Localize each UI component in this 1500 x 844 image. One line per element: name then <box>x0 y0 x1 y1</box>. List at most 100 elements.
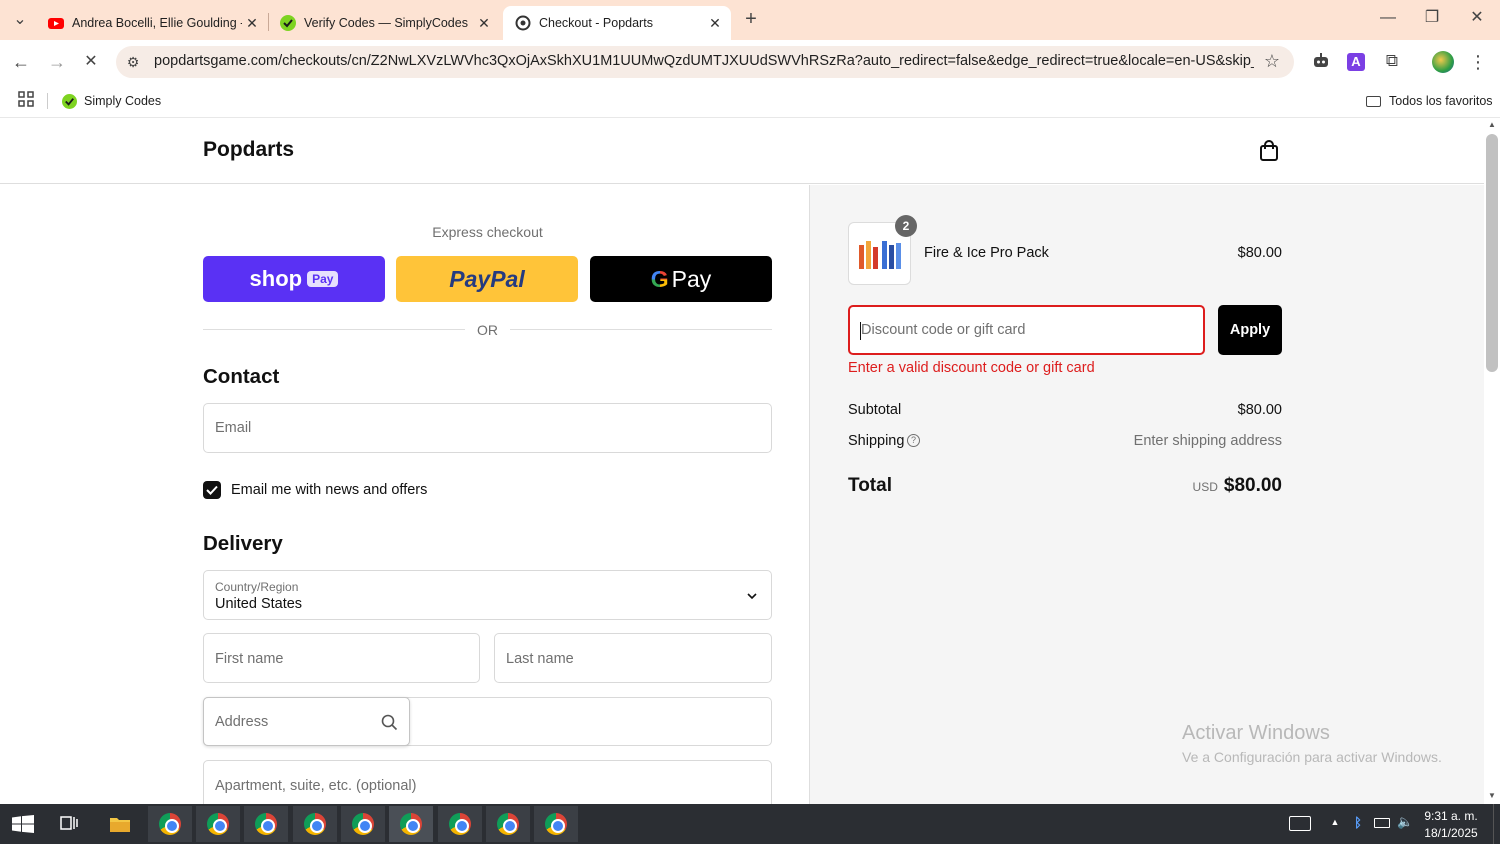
forward-icon[interactable]: → <box>46 52 68 72</box>
shop-pay-button[interactable]: shop Pay <box>203 256 385 302</box>
apartment-field[interactable]: Apartment, suite, etc. (optional) <box>203 760 772 804</box>
address-autocomplete-box[interactable]: Address <box>203 697 410 746</box>
paypal-button[interactable]: PayPal <box>396 256 578 302</box>
tab-close-icon[interactable]: ✕ <box>705 15 725 32</box>
bookmark-star-icon[interactable]: ☆ <box>1261 51 1283 71</box>
total-value: $80.00 <box>1223 475 1282 496</box>
volume-muted-icon[interactable]: 🔈 <box>1397 814 1415 830</box>
discount-error: Enter a valid discount code or gift card <box>848 360 1095 376</box>
restore-icon[interactable]: ❐ <box>1422 8 1442 28</box>
checkmark-icon <box>206 485 218 495</box>
help-circle-icon[interactable]: ? <box>907 434 920 447</box>
quantity-badge: 2 <box>895 215 917 237</box>
express-checkout-label: Express checkout <box>432 224 543 240</box>
file-explorer-icon[interactable] <box>109 815 131 833</box>
chrome-icon <box>449 813 471 835</box>
order-summary: 2 Fire & Ice Pro Pack $80.00 Discount co… <box>809 185 1484 804</box>
keyboard-layout-icon[interactable] <box>1289 816 1311 831</box>
tab-checkout[interactable]: Checkout - Popdarts ✕ <box>503 6 731 40</box>
taskbar-chrome-5[interactable] <box>341 806 385 842</box>
checkout-page: Popdarts 2 Fire & Ice Pro Pack $80.00 Di… <box>0 118 1484 804</box>
address-field[interactable]: Address <box>203 697 772 746</box>
scrollbar-thumb[interactable] <box>1486 134 1498 372</box>
taskbar-chrome-8[interactable] <box>486 806 530 842</box>
tray-overflow-icon[interactable]: ▲ <box>1329 817 1341 827</box>
discount-input[interactable]: Discount code or gift card <box>848 305 1205 355</box>
taskbar-chrome-9[interactable] <box>534 806 578 842</box>
taskbar-chrome-6[interactable] <box>389 806 433 842</box>
chrome-icon <box>304 813 326 835</box>
currency-code: USD <box>1192 480 1218 494</box>
windows-start-icon[interactable] <box>12 815 34 833</box>
taskbar-chrome-3[interactable] <box>244 806 288 842</box>
youtube-icon <box>48 18 64 29</box>
google-pay-wordmark: Pay <box>671 265 712 292</box>
extension-a-icon[interactable]: A <box>1347 53 1365 71</box>
task-view-icon[interactable] <box>60 814 82 834</box>
all-bookmarks[interactable]: Todos los favoritos <box>1366 91 1493 111</box>
or-divider-right <box>510 329 772 330</box>
bluetooth-icon[interactable]: ᛒ <box>1352 815 1364 831</box>
taskbar-chrome-7[interactable] <box>438 806 482 842</box>
tab-strip: ⌄ Andrea Bocelli, Ellie Goulding - ✕ Ver… <box>0 0 1500 40</box>
simplycodes-icon <box>280 15 296 31</box>
taskbar-chrome-1[interactable] <box>148 806 192 842</box>
tab-youtube[interactable]: Andrea Bocelli, Ellie Goulding - ✕ <box>36 6 268 40</box>
site-info-icon[interactable]: ⚙ <box>123 52 143 72</box>
show-desktop-button[interactable] <box>1493 804 1500 844</box>
window-close-icon[interactable]: ✕ <box>1467 8 1487 28</box>
extensions-puzzle-icon[interactable]: ⧉ <box>1381 51 1403 71</box>
google-pay-button[interactable]: G Pay <box>590 256 772 302</box>
country-value: United States <box>215 596 303 612</box>
apply-button[interactable]: Apply <box>1218 305 1282 355</box>
shop-pay-wordmark: shop <box>249 266 303 291</box>
contact-heading: Contact <box>203 365 280 388</box>
shipping-label: Shipping <box>848 433 905 449</box>
clock-time[interactable]: 9:31 a. m. <box>1418 809 1484 823</box>
activation-watermark-title: Activar Windows <box>1182 722 1330 744</box>
total-amount: USD $80.00 <box>1110 475 1282 497</box>
battery-icon[interactable] <box>1374 818 1390 828</box>
tab-search-icon[interactable]: ⌄ <box>10 10 30 30</box>
menu-dots-icon[interactable]: ⋮ <box>1468 52 1488 72</box>
popdarts-icon <box>515 15 531 31</box>
minimize-icon[interactable]: — <box>1378 8 1398 28</box>
tab-title: Verify Codes — SimplyCodes <box>304 16 468 30</box>
simplycodes-icon <box>62 93 77 109</box>
last-name-field[interactable]: Last name <box>494 633 772 683</box>
tab-close-icon[interactable]: ✕ <box>474 15 494 32</box>
subtotal-label: Subtotal <box>848 402 902 418</box>
bookmark-divider <box>47 93 48 109</box>
scrollbar-down-arrow[interactable]: ▼ <box>1487 791 1497 801</box>
bookmark-simply-codes[interactable]: Simply Codes <box>62 91 161 111</box>
clock-date[interactable]: 18/1/2025 <box>1418 826 1484 840</box>
store-header: Popdarts <box>0 118 1484 184</box>
tab-simplycodes[interactable]: Verify Codes — SimplyCodes ✕ <box>268 6 500 40</box>
chrome-icon <box>352 813 374 835</box>
tab-title: Andrea Bocelli, Ellie Goulding - <box>72 16 242 30</box>
newsletter-checkbox[interactable] <box>203 481 221 499</box>
cart-bag-icon[interactable] <box>1259 140 1281 162</box>
tab-close-icon[interactable]: ✕ <box>242 15 262 32</box>
bookmarks-bar: Simply Codes Todos los favoritos <box>0 84 1500 118</box>
stop-loading-icon[interactable]: ✕ <box>80 52 102 72</box>
taskbar-chrome-4[interactable] <box>293 806 337 842</box>
scrollbar-up-arrow[interactable]: ▲ <box>1487 120 1497 130</box>
url-text[interactable]: popdartsgame.com/checkouts/cn/Z2NwLXVzLW… <box>154 53 1254 69</box>
chrome-icon <box>207 813 229 835</box>
total-label: Total <box>848 475 892 496</box>
discount-placeholder: Discount code or gift card <box>861 322 1026 338</box>
profile-avatar[interactable] <box>1432 51 1454 73</box>
shop-pay-badge: Pay <box>307 271 339 287</box>
tab-title: Checkout - Popdarts <box>539 16 653 30</box>
country-select[interactable]: Country/Region United States <box>203 570 772 620</box>
extension-robot-icon[interactable] <box>1310 52 1332 76</box>
first-name-field[interactable]: First name <box>203 633 480 683</box>
taskbar-chrome-2[interactable] <box>196 806 240 842</box>
back-icon[interactable]: ← <box>10 52 32 72</box>
apps-grid-icon[interactable] <box>16 91 36 113</box>
new-tab-icon[interactable]: + <box>740 9 762 29</box>
google-g-icon: G <box>650 265 669 292</box>
email-field[interactable]: Email <box>203 403 772 453</box>
store-brand[interactable]: Popdarts <box>203 138 294 162</box>
